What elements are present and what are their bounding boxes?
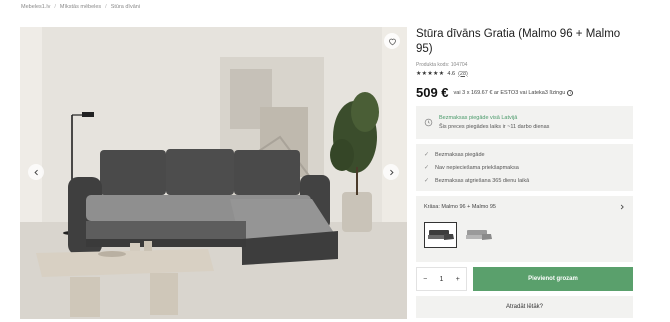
sofa-thumbnail-light: [465, 230, 492, 240]
product-title: Stūra dīvāns Gratia (Malmo 96 + Malmo 95…: [416, 28, 621, 55]
benefit-label: Bezmaksas piegāde: [435, 151, 485, 158]
buy-row: − 1 + Pievienot grozam: [416, 267, 633, 291]
quantity-decrease-button[interactable]: −: [423, 276, 427, 283]
installment-text: vai 3 x 169.67 € ar ESTO3 vai Lateka3 lī…: [453, 89, 566, 96]
color-swatch-selected[interactable]: [424, 222, 457, 248]
benefit-item: ✓ Nav nepieciešama priekšapmaksa: [424, 161, 625, 174]
installment-info: vai 3 x 169.67 € ar ESTO3 vai Lateka3 lī…: [453, 89, 574, 96]
color-selector-header[interactable]: Krāsa: Malmo 96 + Malmo 95: [424, 204, 625, 210]
benefit-item: ✓ Bezmaksas piegāde: [424, 148, 625, 161]
color-selector: Krāsa: Malmo 96 + Malmo 95: [416, 196, 633, 262]
color-swatches: [424, 222, 625, 248]
product-price: 509 €: [416, 85, 449, 100]
delivery-headline: Bezmaksas piegāde visā Latvijā: [439, 115, 518, 121]
benefit-item: ✓ Bezmaksas atgriešana 365 dienu laikā: [424, 174, 625, 187]
delivery-time: Šis preces piegādes laiks ir ~11 darbo d…: [439, 124, 550, 130]
breadcrumb-item-soft-furniture[interactable]: Mīkstās mēbeles: [60, 4, 101, 10]
breadcrumb: Mebeles1.lv / Mīkstās mēbeles / Stūra dī…: [21, 4, 140, 10]
check-icon: ✓: [424, 178, 430, 184]
favorite-button[interactable]: [384, 33, 400, 49]
color-swatch-option[interactable]: [462, 222, 495, 248]
product-code: Produkta kods: 104704: [416, 62, 468, 68]
chevron-right-icon: [389, 169, 394, 175]
info-icon[interactable]: i: [567, 89, 574, 96]
benefits-list: ✓ Bezmaksas piegāde ✓ Nav nepieciešama p…: [416, 144, 633, 191]
sofa-thumbnail-dark: [427, 230, 454, 240]
product-info-panel: Stūra dīvāns Gratia (Malmo 96 + Malmo 95…: [416, 27, 633, 318]
breadcrumb-separator: /: [54, 4, 56, 10]
check-icon: ✓: [424, 152, 430, 158]
color-label: Krāsa: Malmo 96 + Malmo 95: [424, 204, 496, 210]
found-cheaper-button[interactable]: Atradāt lētāk?: [416, 296, 633, 318]
breadcrumb-separator: /: [105, 4, 107, 10]
benefit-label: Bezmaksas atgriešana 365 dienu laikā: [435, 177, 530, 184]
rating-count-link[interactable]: (28): [458, 71, 468, 77]
breadcrumb-item-home[interactable]: Mebeles1.lv: [21, 4, 50, 10]
quantity-stepper: − 1 +: [416, 267, 467, 291]
breadcrumb-item-corner-sofas[interactable]: Stūra dīvāni: [111, 4, 140, 10]
check-icon: ✓: [424, 165, 430, 171]
gallery-prev-button[interactable]: [28, 164, 44, 180]
chevron-right-icon: [620, 204, 624, 210]
product-rating: ★★★★★ 4.6 (28): [416, 70, 633, 78]
product-photo: [20, 27, 407, 319]
clock-icon: [424, 118, 433, 127]
chevron-left-icon: [33, 169, 38, 175]
quantity-increase-button[interactable]: +: [456, 276, 460, 283]
add-to-cart-button[interactable]: Pievienot grozam: [473, 267, 633, 291]
rating-stars: ★★★★★: [416, 71, 445, 77]
product-image-gallery[interactable]: [20, 27, 407, 319]
delivery-info-box: Bezmaksas piegāde visā Latvijā Šis prece…: [416, 106, 633, 139]
benefit-label: Nav nepieciešama priekšapmaksa: [435, 164, 519, 171]
quantity-value[interactable]: 1: [440, 276, 444, 283]
gallery-next-button[interactable]: [383, 164, 399, 180]
price-row: 509 € vai 3 x 169.67 € ar ESTO3 vai Late…: [416, 85, 633, 100]
rating-value: 4.6: [447, 70, 456, 77]
heart-icon: [388, 38, 396, 45]
